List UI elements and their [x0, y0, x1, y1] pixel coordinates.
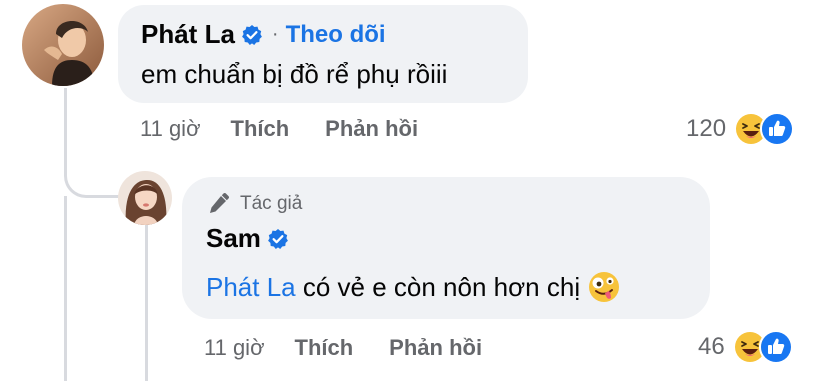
comment-time[interactable]: 11 giờ: [140, 116, 201, 142]
reply-time[interactable]: 11 giờ: [204, 335, 265, 361]
reply-reaction-count: 46: [698, 333, 725, 360]
author-badge-label: Tác giả: [240, 193, 303, 214]
comment-text: em chuẩn bị đồ rể phụ rồiii: [141, 59, 448, 89]
avatar-phat-la[interactable]: [22, 4, 104, 86]
follow-link[interactable]: Theo dõi: [286, 21, 386, 49]
comment-reactions[interactable]: 120: [686, 112, 795, 146]
reply-reactions[interactable]: 46: [698, 330, 793, 364]
like-reaction-icon: [758, 330, 793, 364]
author-badge: Tác giả: [206, 192, 710, 216]
separator-dot: ·: [271, 23, 279, 45]
thread-line-reply: [145, 222, 148, 381]
verified-badge-icon: [241, 24, 263, 46]
pen-icon: [206, 192, 230, 216]
mention-link[interactable]: Phát La: [206, 272, 296, 303]
comment-reaction-count: 120: [686, 115, 727, 142]
reply-button[interactable]: Phản hồi: [389, 335, 482, 361]
comment-meta: 11 giờ Thích Phản hồi: [140, 116, 418, 142]
reaction-icons: [732, 330, 793, 364]
zany-face-emoji: [587, 270, 621, 304]
reply-author-name[interactable]: Sam: [206, 223, 261, 254]
comment-author-name[interactable]: Phát La: [141, 19, 235, 50]
reply-text-body: có vẻ e còn nôn hơn chị: [295, 271, 588, 302]
comment-bubble: Phát La · Theo dõi em chuẩn bị đồ rể phụ…: [118, 5, 528, 103]
reply-meta: 11 giờ Thích Phản hồi: [204, 335, 482, 361]
reply-button[interactable]: Phản hồi: [325, 116, 418, 142]
reply-text: Phát La có vẻ e còn nôn hơn chị: [206, 270, 710, 304]
reaction-icons: [734, 112, 795, 146]
reply-bubble: Tác giả Sam Phát La có vẻ e còn nôn hơn …: [182, 177, 710, 319]
like-reaction-icon: [760, 112, 795, 146]
verified-badge-icon: [267, 228, 289, 250]
avatar-sam[interactable]: [118, 171, 172, 225]
like-button[interactable]: Thích: [231, 116, 290, 142]
thread-line-continue: [64, 196, 67, 381]
thread-connector-curve: [64, 150, 120, 198]
thread-line-main: [64, 88, 67, 154]
like-button[interactable]: Thích: [295, 335, 354, 361]
